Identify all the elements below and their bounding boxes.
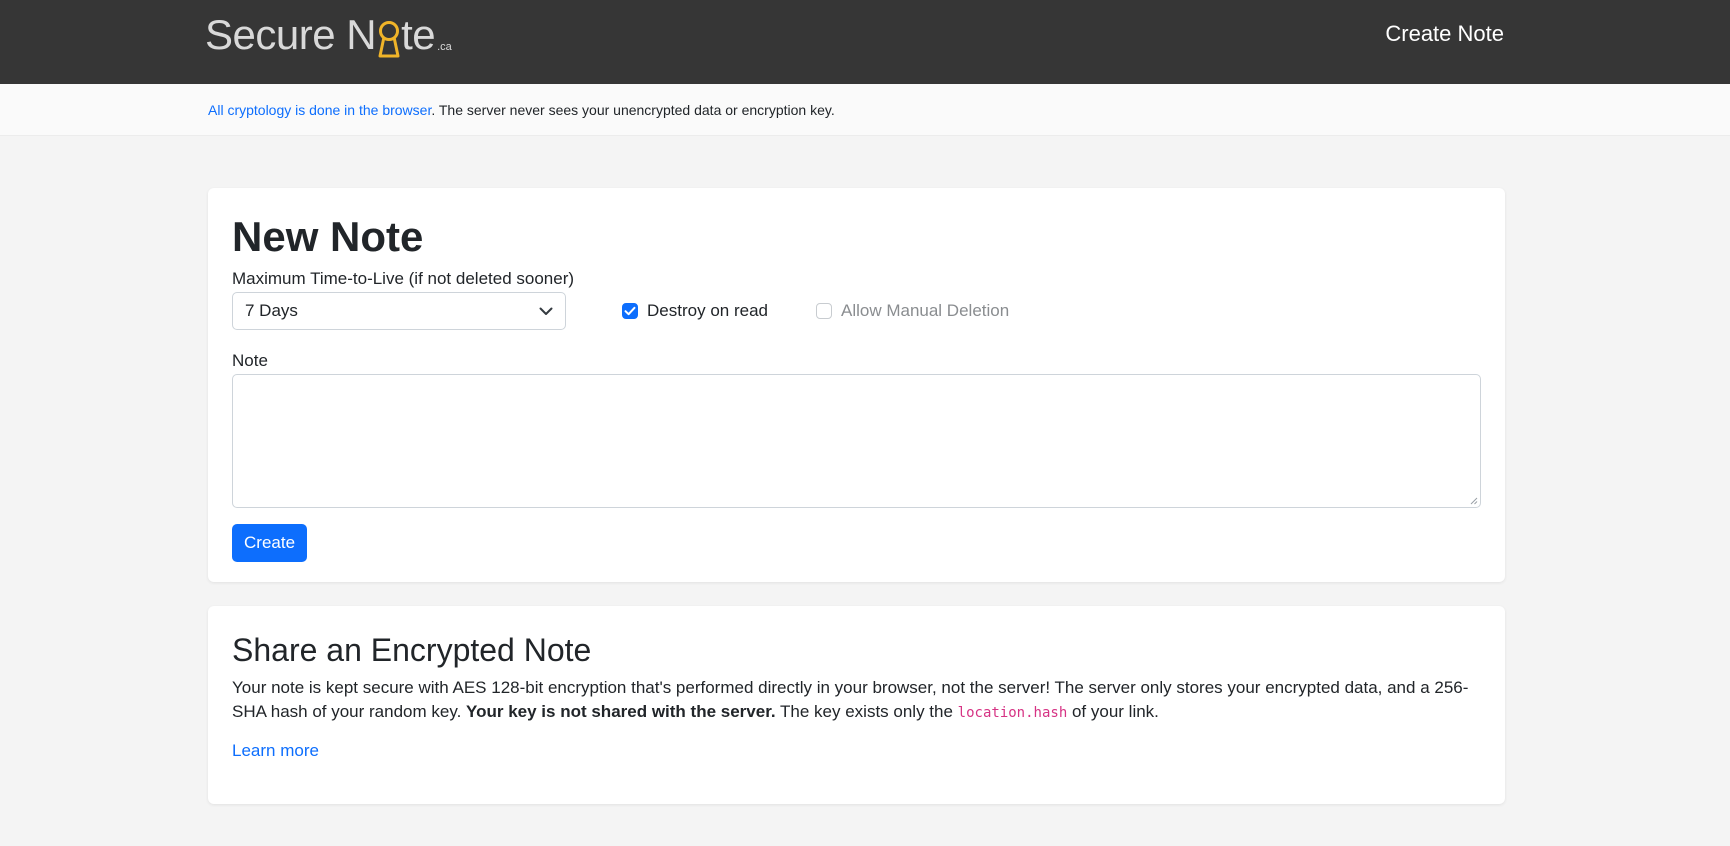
- checkmark-icon: [624, 306, 636, 316]
- keyhole-icon: [375, 12, 403, 58]
- share-description: Your note is kept secure with AES 128-bi…: [232, 676, 1481, 725]
- create-button[interactable]: Create: [232, 524, 308, 562]
- brand-text-start: Secure N: [205, 11, 377, 58]
- ttl-group: Maximum Time-to-Live (if not deleted soo…: [232, 268, 574, 330]
- share-title: Share an Encrypted Note: [232, 632, 592, 668]
- allow-manual-deletion-option: Allow Manual Deletion: [815, 292, 1010, 330]
- location-hash-code: location.hash: [957, 705, 1068, 721]
- brand-logo-link[interactable]: Secure N te .ca: [205, 12, 452, 58]
- destroy-on-read-checkbox[interactable]: [622, 303, 639, 319]
- share-info-card: Share an Encrypted Note Your note is kep…: [208, 606, 1505, 804]
- brand-text-end: te: [401, 11, 436, 58]
- share-text-part3: of your link.: [1067, 702, 1159, 721]
- options-row: Maximum Time-to-Live (if not deleted soo…: [232, 268, 1481, 330]
- note-textarea[interactable]: [232, 374, 1481, 508]
- share-text-part2: The key exists only the: [775, 702, 958, 721]
- chevron-down-icon: [539, 301, 553, 321]
- navbar: Secure N te .ca Create Note: [0, 0, 1730, 84]
- info-text: . The server never sees your unencrypted…: [431, 101, 835, 118]
- allow-manual-deletion-checkbox[interactable]: [815, 303, 832, 319]
- resize-grip-icon[interactable]: [1470, 497, 1478, 505]
- destroy-on-read-option: Destroy on read: [622, 292, 768, 330]
- ttl-selected-value: 7 Days: [245, 301, 298, 320]
- brand-suffix: .ca: [437, 41, 452, 53]
- learn-more-link[interactable]: Learn more: [232, 741, 319, 761]
- allow-manual-deletion-label: Allow Manual Deletion: [840, 301, 1010, 320]
- info-bar: All cryptology is done in the browser. T…: [0, 84, 1730, 136]
- note-label: Note: [232, 351, 268, 370]
- destroy-on-read-label: Destroy on read: [647, 301, 768, 320]
- nav-create-note-link[interactable]: Create Note: [1385, 20, 1504, 48]
- cryptology-info-link[interactable]: All cryptology is done in the browser: [208, 102, 431, 118]
- ttl-select[interactable]: 7 Days: [232, 292, 566, 330]
- share-text-bold: Your key is not shared with the server.: [466, 702, 776, 721]
- ttl-label: Maximum Time-to-Live (if not deleted soo…: [232, 269, 575, 288]
- new-note-title: New Note: [232, 213, 424, 260]
- new-note-card: New Note Maximum Time-to-Live (if not de…: [208, 188, 1505, 582]
